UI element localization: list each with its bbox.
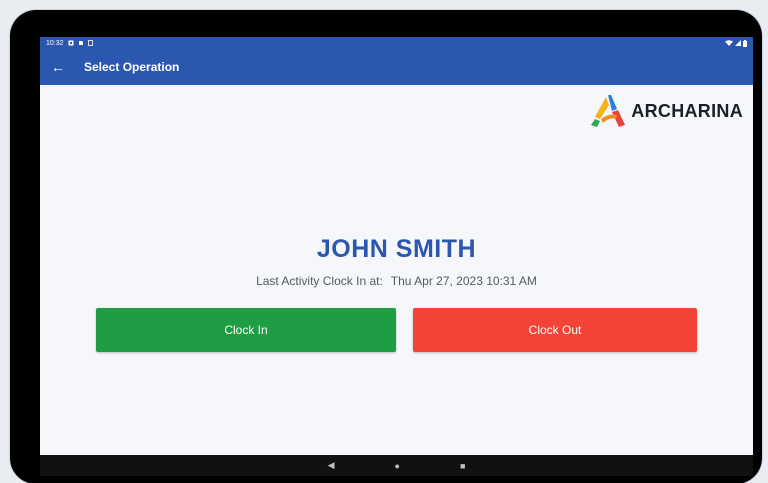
clock-in-button[interactable]: Clock In <box>96 308 396 352</box>
clock-out-button[interactable]: Clock Out <box>413 308 697 352</box>
nav-recents-icon[interactable]: ■ <box>460 461 465 471</box>
battery-icon <box>743 39 747 47</box>
archarina-logo-icon <box>591 95 626 127</box>
last-activity-label: Last Activity Clock In at: <box>256 274 383 288</box>
last-activity: Last Activity Clock In at: Thu Apr 27, 20… <box>40 274 753 288</box>
logo-text: ARCHARINA <box>631 100 743 121</box>
sd-card-icon <box>78 41 83 45</box>
nav-back-icon[interactable]: ◀ <box>328 460 335 471</box>
signal-icon <box>735 40 741 46</box>
nav-home-icon[interactable]: ● <box>395 461 400 471</box>
screen: 10:32 ← Select Operation ARCHARINA JOHN … <box>40 37 753 476</box>
last-activity-time: Thu Apr 27, 2023 10:31 AM <box>390 274 537 288</box>
status-bar: 10:32 <box>40 37 753 49</box>
status-right <box>725 39 747 47</box>
brand-logo: ARCHARINA <box>589 93 743 129</box>
status-left: 10:32 <box>46 40 93 47</box>
tablet-frame: 10:32 ← Select Operation ARCHARINA JOHN … <box>10 10 762 483</box>
page-title: Select Operation <box>84 60 180 74</box>
back-arrow-icon[interactable]: ← <box>40 49 76 85</box>
wifi-icon <box>725 40 733 46</box>
system-nav-bar: ◀ ● ■ <box>40 455 753 476</box>
notification-icon <box>68 40 74 46</box>
user-name: JOHN SMITH <box>316 235 477 263</box>
app-bar: ← Select Operation <box>40 49 753 85</box>
battery-saver-icon <box>87 40 93 46</box>
status-time: 10:32 <box>46 39 64 47</box>
